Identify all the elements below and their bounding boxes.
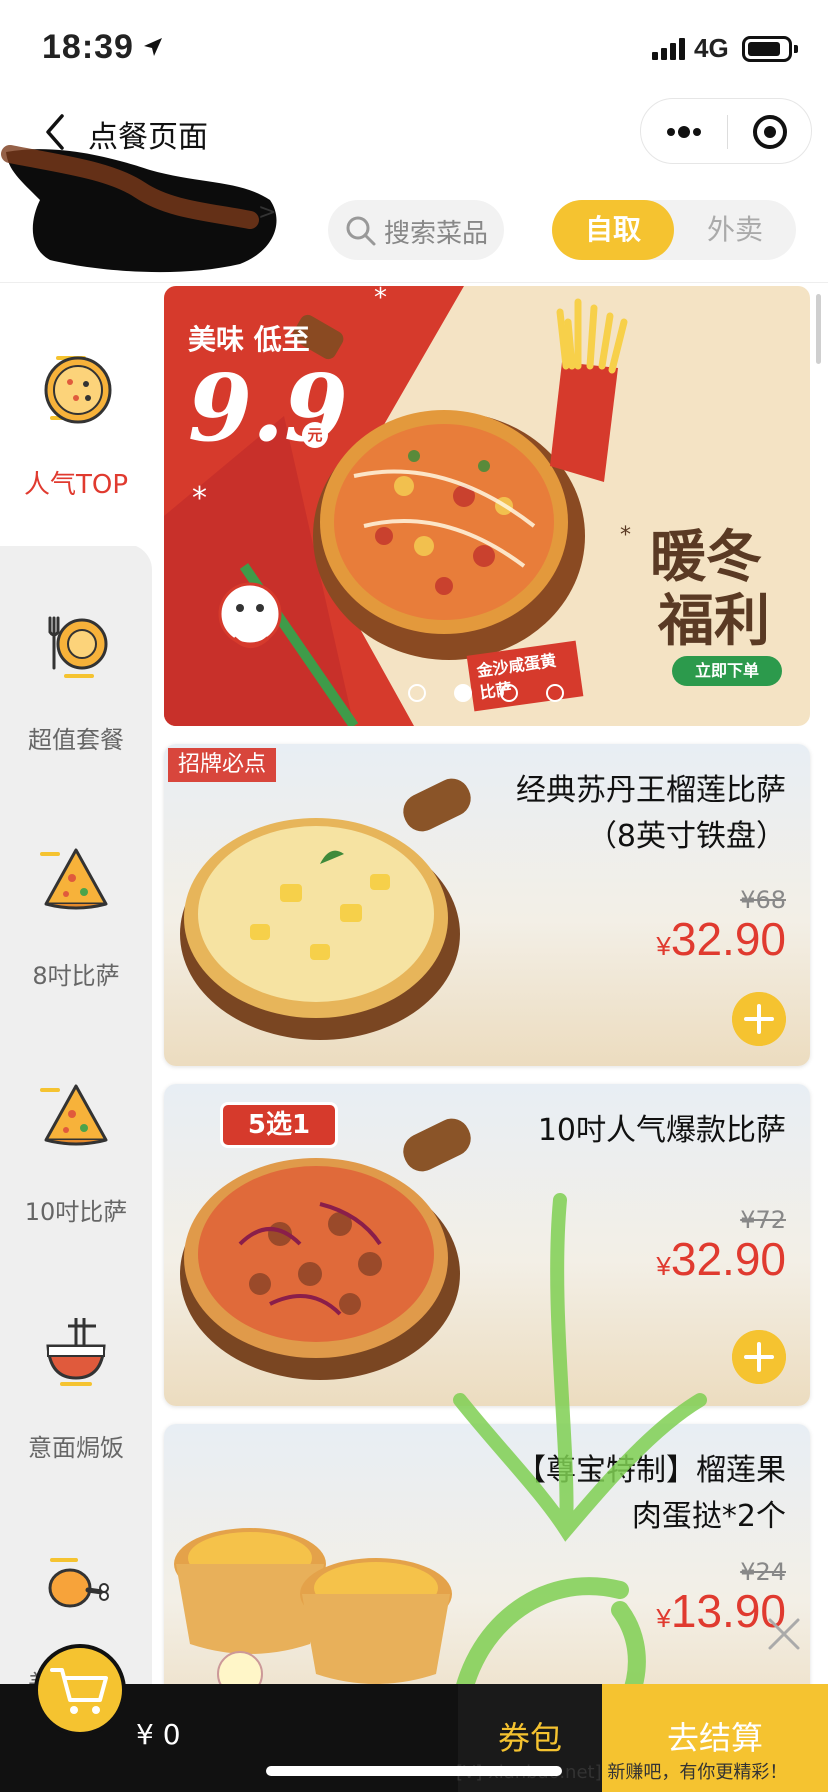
close-icon[interactable] bbox=[764, 1614, 804, 1654]
target-circle-icon[interactable] bbox=[728, 99, 812, 163]
product-name: 经典苏丹王榴莲比萨（8英寸铁盘） bbox=[516, 773, 786, 854]
store-chevron[interactable]: > bbox=[258, 200, 276, 225]
add-to-cart-button[interactable] bbox=[732, 992, 786, 1046]
chicken-leg-icon bbox=[48, 1558, 109, 1608]
home-indicator[interactable] bbox=[266, 1766, 562, 1776]
cart-total: ¥ 0 bbox=[136, 1718, 181, 1751]
pizza-slice-icon bbox=[40, 1084, 108, 1146]
svg-text:*: * bbox=[620, 523, 631, 548]
sidebar-item-label: 超值套餐 bbox=[28, 726, 124, 754]
sidebar-item-popular[interactable]: 人气TOP bbox=[0, 348, 152, 578]
noodle-bowl-icon bbox=[46, 1318, 106, 1386]
carousel-dot-active[interactable] bbox=[454, 684, 472, 702]
sidebar-item-label: 意面焗饭 bbox=[28, 1434, 124, 1462]
product-original-price: ¥68 bbox=[740, 886, 786, 914]
mode-self-pickup[interactable]: 自取 bbox=[552, 200, 674, 260]
signal-icon bbox=[652, 38, 685, 60]
plate-fork-knife-icon bbox=[48, 616, 108, 678]
search-icon bbox=[346, 216, 376, 246]
carousel-dots bbox=[408, 684, 578, 704]
banner-subtitle: 美味 低至 bbox=[188, 323, 310, 356]
more-dots-icon[interactable] bbox=[641, 99, 727, 163]
product-name: 【尊宝特制】榴莲果肉蛋挞*2个 bbox=[516, 1453, 786, 1534]
carousel-dot[interactable] bbox=[408, 684, 426, 702]
order-mode-toggle: 自取 外卖 bbox=[552, 200, 796, 260]
product-image-durian-pizza bbox=[180, 778, 471, 1040]
pizza-slice-icon bbox=[40, 848, 108, 910]
carousel-dot[interactable] bbox=[546, 684, 564, 702]
pizza-icon bbox=[44, 356, 112, 424]
scrollbar[interactable] bbox=[816, 294, 821, 364]
svg-text:*: * bbox=[374, 286, 387, 313]
banner-title-line2: 福利 bbox=[658, 588, 770, 654]
banner-unit: 元 bbox=[302, 422, 328, 448]
product-card[interactable]: 5选1 10吋人气爆款比萨 ¥72 ¥32.90 bbox=[164, 1084, 810, 1406]
sidebar-item-label: 10吋比萨 bbox=[24, 1198, 128, 1226]
product-tag: 招牌必点 bbox=[168, 748, 277, 782]
product-original-price: ¥72 bbox=[740, 1206, 786, 1234]
shopping-cart-icon bbox=[50, 1668, 108, 1714]
currency-symbol: ¥ bbox=[656, 1251, 671, 1281]
mode-delivery[interactable]: 外卖 bbox=[674, 200, 796, 260]
sidebar-item-8in-pizza[interactable]: 8吋比萨 bbox=[0, 840, 152, 1070]
sidebar-item-pasta-rice[interactable]: 意面焗饭 bbox=[0, 1312, 152, 1542]
product-price: ¥32.90 bbox=[656, 1232, 786, 1286]
sidebar-item-label: 人气TOP bbox=[23, 470, 129, 500]
product-original-price: ¥24 bbox=[740, 1558, 786, 1586]
search-placeholder: 搜索菜品 bbox=[384, 219, 489, 249]
product-name: 10吋人气爆款比萨 bbox=[537, 1113, 786, 1148]
promo-banner[interactable]: * * * 美味 低至 9.9 元 金沙咸蛋黄比萨 暖冬 福利 立即下单 bbox=[164, 286, 810, 726]
currency-symbol: ¥ bbox=[656, 931, 671, 961]
network-type: 4G bbox=[694, 33, 729, 63]
add-to-cart-button[interactable] bbox=[732, 1330, 786, 1384]
svg-text:*: * bbox=[192, 481, 207, 516]
currency-symbol: ¥ bbox=[656, 1603, 671, 1633]
product-price: ¥32.90 bbox=[656, 912, 786, 966]
cart-button[interactable] bbox=[34, 1644, 126, 1736]
status-time: 18:39 bbox=[42, 28, 134, 66]
mini-program-capsule bbox=[640, 98, 812, 164]
header-divider bbox=[0, 282, 828, 283]
sidebar-item-label: 8吋比萨 bbox=[32, 962, 120, 990]
price-value: 32.90 bbox=[670, 913, 786, 965]
search-input[interactable]: 搜索菜品 bbox=[328, 200, 504, 260]
banner-price: 9.9 bbox=[188, 354, 349, 462]
sidebar-item-10in-pizza[interactable]: 10吋比萨 bbox=[0, 1076, 152, 1306]
banner-order-button[interactable]: 立即下单 bbox=[672, 656, 782, 686]
carousel-dot[interactable] bbox=[500, 684, 518, 702]
status-bar: 18:39 4G bbox=[0, 0, 828, 100]
store-name-redacted[interactable] bbox=[0, 140, 290, 280]
sidebar-item-value-meals[interactable]: 超值套餐 bbox=[0, 604, 152, 834]
product-badge: 5选1 bbox=[220, 1102, 338, 1148]
battery-icon bbox=[742, 36, 798, 62]
location-arrow-icon bbox=[144, 38, 162, 56]
price-value: 32.90 bbox=[670, 1233, 786, 1285]
product-card[interactable]: 招牌必点 经典苏丹王榴莲比萨（8英寸铁盘） ¥68 ¥32.90 bbox=[164, 744, 810, 1066]
